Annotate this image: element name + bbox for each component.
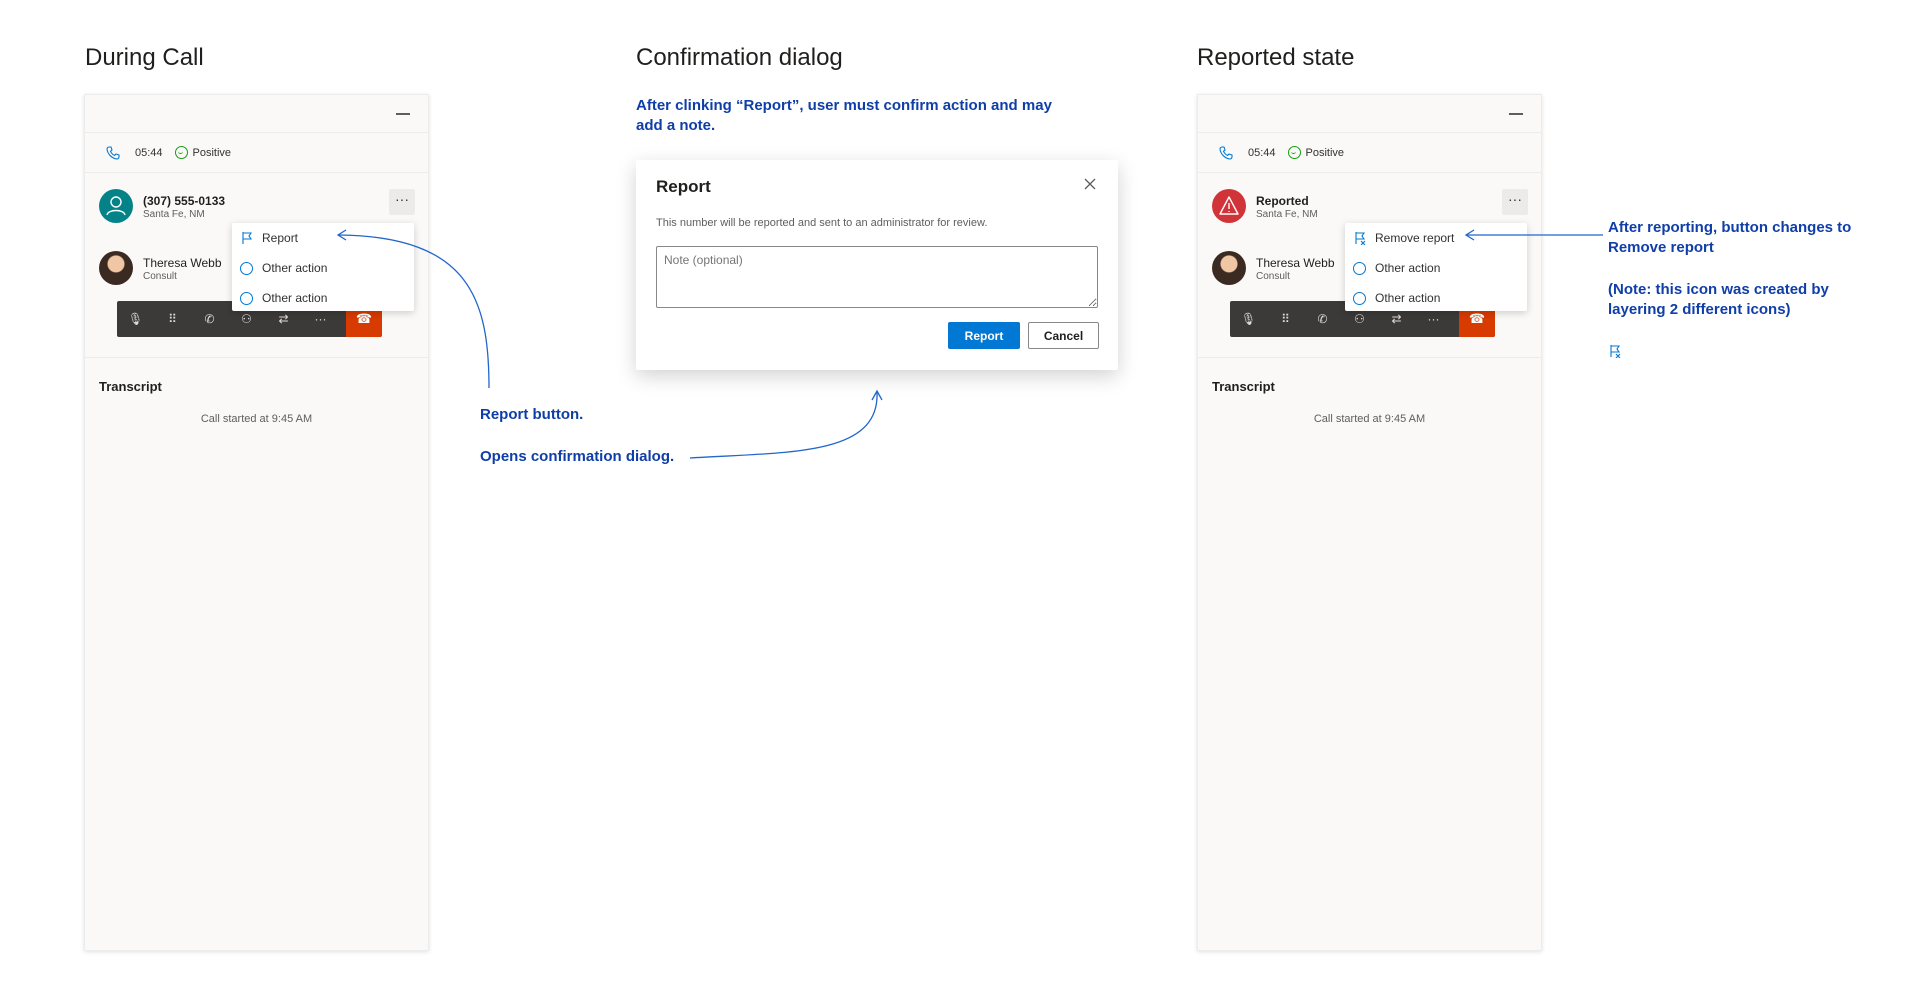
arrowhead-opens-dialog <box>871 389 883 401</box>
caller-avatar <box>99 189 133 223</box>
more-options-menu: Report Other action Other action <box>232 223 414 311</box>
microphone-icon[interactable]: 🎙︎ <box>1230 312 1267 326</box>
consult-avatar <box>1212 251 1246 285</box>
menu-item-other-action[interactable]: Other action <box>232 283 414 313</box>
panel-header <box>1198 95 1541 133</box>
menu-item-other-action[interactable]: Other action <box>1345 283 1527 313</box>
radio-icon <box>240 261 253 275</box>
dialpad-icon[interactable]: ⠿ <box>154 312 191 326</box>
radio-icon <box>1353 291 1366 305</box>
annotation-confirm-intro: After clinking “Report”, user must confi… <box>636 97 1052 134</box>
caller-status: Reported <box>1256 194 1309 208</box>
menu-item-other-action[interactable]: Other action <box>232 253 414 283</box>
hold-icon[interactable]: ✆ <box>191 312 228 326</box>
menu-item-label: Report <box>262 231 299 245</box>
minimize-button[interactable] <box>1509 113 1523 115</box>
flag-remove-icon <box>1610 345 1621 358</box>
divider <box>85 357 428 358</box>
annotation-opens-dialog: Opens confirmation dialog. <box>480 448 675 465</box>
warning-icon <box>1219 196 1239 215</box>
section-title-reported-state: Reported state <box>1197 44 1355 71</box>
divider <box>1198 357 1541 358</box>
hold-icon[interactable]: ✆ <box>1304 312 1341 326</box>
section-title-during-call: During Call <box>85 44 204 71</box>
flag-remove-icon <box>1355 232 1366 245</box>
transfer-icon[interactable]: ⇄ <box>1378 312 1415 326</box>
add-person-icon[interactable]: ⚇ <box>1341 312 1378 326</box>
menu-item-report[interactable]: Report <box>232 223 414 253</box>
annotation-report-button: Report button. <box>480 406 584 423</box>
menu-item-label: Other action <box>1375 261 1441 275</box>
minimize-button[interactable] <box>396 113 410 115</box>
call-status-row: 05:44 Positive <box>85 133 428 173</box>
section-title-confirmation-dialog: Confirmation dialog <box>636 44 843 71</box>
positive-sentiment-icon <box>1287 146 1301 159</box>
consult-role: Consult <box>143 271 177 282</box>
consult-avatar <box>99 251 133 285</box>
menu-item-label: Other action <box>262 261 328 275</box>
phone-icon <box>1219 145 1233 160</box>
during-call-panel: 05:44 Positive (307) 555-0133 Santa Fe, … <box>84 94 429 951</box>
radio-icon <box>1353 261 1366 275</box>
dialpad-icon[interactable]: ⠿ <box>1267 312 1304 326</box>
consult-name: Theresa Webb <box>1256 256 1335 270</box>
menu-item-label: Remove report <box>1375 231 1455 245</box>
consult-name: Theresa Webb <box>143 256 222 270</box>
reported-state-panel: 05:44 Positive Reported Santa Fe, NM ···… <box>1197 94 1542 951</box>
consult-role: Consult <box>1256 271 1290 282</box>
menu-item-label: Other action <box>262 291 328 305</box>
caller-location: Santa Fe, NM <box>1256 209 1318 220</box>
dialog-message: This number will be reported and sent to… <box>656 217 988 229</box>
sentiment-label: Positive <box>1305 146 1345 159</box>
person-icon <box>106 196 126 216</box>
menu-item-label: Other action <box>1375 291 1441 305</box>
reported-avatar <box>1212 189 1246 223</box>
transfer-icon[interactable]: ⇄ <box>265 312 302 326</box>
report-confirm-button[interactable]: Report <box>948 322 1020 349</box>
more-options-button[interactable]: ··· <box>389 189 415 215</box>
transcript-note: Call started at 9:45 AM <box>200 413 313 425</box>
call-status-row: 05:44 Positive <box>1198 133 1541 173</box>
transcript-title: Transcript <box>99 379 162 394</box>
arrow-opens-dialog <box>689 391 878 459</box>
add-person-icon[interactable]: ⚇ <box>228 312 265 326</box>
call-timer: 05:44 <box>135 146 163 159</box>
more-options-menu: Remove report Other action Other action <box>1345 223 1527 311</box>
transcript-note: Call started at 9:45 AM <box>1313 413 1426 425</box>
more-icon[interactable]: ··· <box>302 312 339 326</box>
positive-sentiment-icon <box>174 146 188 159</box>
call-timer: 05:44 <box>1248 146 1276 159</box>
radio-icon <box>240 291 253 305</box>
microphone-icon[interactable]: 🎙︎ <box>117 312 154 326</box>
phone-icon <box>106 145 120 160</box>
flag-icon <box>242 232 253 244</box>
more-icon[interactable]: ··· <box>1415 312 1452 326</box>
caller-number: (307) 555-0133 <box>143 194 226 208</box>
note-field[interactable] <box>656 246 1098 308</box>
transcript-title: Transcript <box>1212 379 1275 394</box>
annotation-after-reporting: After reporting, button changes to Remov… <box>1608 219 1852 256</box>
close-icon[interactable] <box>1082 176 1098 192</box>
caller-location: Santa Fe, NM <box>143 209 205 220</box>
report-dialog: Report This number will be reported and … <box>636 160 1118 370</box>
menu-item-remove-report[interactable]: Remove report <box>1345 223 1527 253</box>
panel-header <box>85 95 428 133</box>
annotation-icon-note: (Note: this icon was created by layering… <box>1608 281 1829 318</box>
dialog-title: Report <box>656 177 711 196</box>
menu-item-other-action[interactable]: Other action <box>1345 253 1527 283</box>
cancel-button[interactable]: Cancel <box>1028 322 1099 349</box>
sentiment-label: Positive <box>192 146 232 159</box>
more-options-button[interactable]: ··· <box>1502 189 1528 215</box>
